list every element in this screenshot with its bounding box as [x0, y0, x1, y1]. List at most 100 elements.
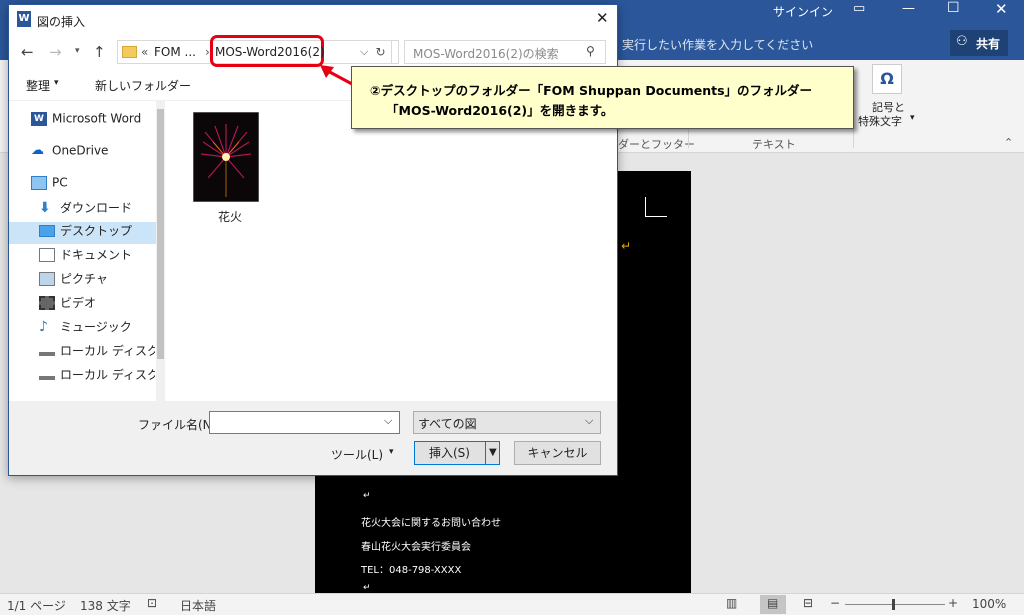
sidebar-item-drive-c[interactable]: ローカル ディスク (C [39, 342, 155, 364]
sidebar-item-drive-d[interactable]: ローカル ディスク (D [39, 366, 155, 388]
search-input[interactable]: MOS-Word2016(2)の検索 [413, 45, 559, 62]
address-dropdown-icon[interactable]: ⌵ [360, 45, 368, 59]
tell-me-input[interactable]: 実行したい作業を入力してください [622, 36, 813, 53]
sidebar-label: ピクチャ [60, 272, 108, 286]
language-indicator[interactable]: 日本語 [180, 597, 216, 614]
chevron-down-icon: ⌵ [585, 414, 594, 427]
chevron-down-icon[interactable]: ▾ [910, 113, 915, 123]
zoom-slider-thumb[interactable] [892, 599, 895, 610]
new-folder-button[interactable]: 新しいフォルダー [95, 77, 191, 94]
dialog-footer: ファイル名(N): ⌵ すべての図 ⌵ ツール(L) ▾ 挿入(S) ▼ キャン… [9, 401, 617, 475]
zoom-out-icon[interactable]: − [830, 596, 840, 610]
refresh-icon[interactable]: ↻ [370, 40, 392, 64]
maximize-icon[interactable]: ☐ [947, 0, 960, 16]
zoom-slider[interactable] [845, 604, 945, 605]
sidebar-label: ドキュメント [60, 248, 133, 262]
organize-button[interactable]: 整理 [26, 77, 50, 94]
web-layout-icon[interactable]: ⊟ [803, 596, 813, 610]
filetype-value: すべての図 [418, 417, 477, 431]
sidebar-label: ビデオ [60, 296, 97, 310]
pc-icon [31, 175, 47, 190]
breadcrumb-current[interactable]: MOS-Word2016(2) [215, 45, 325, 59]
cancel-button[interactable]: キャンセル [514, 441, 601, 465]
sidebar-label: OneDrive [52, 143, 109, 158]
sidebar-item-onedrive[interactable]: ☁ OneDrive [31, 143, 166, 165]
filetype-select[interactable]: すべての図 ⌵ [413, 411, 601, 434]
recent-locations-icon[interactable]: ▾ [75, 46, 80, 56]
tools-button[interactable]: ツール(L) [331, 446, 383, 463]
insert-button[interactable]: 挿入(S) ▼ [414, 441, 500, 465]
sidebar-label: ダウンロード [60, 201, 133, 215]
read-mode-icon[interactable]: ▥ [726, 596, 737, 610]
print-layout-button[interactable]: ▤ [760, 595, 786, 614]
person-icon: ⚇ [956, 34, 968, 49]
sidebar-item-microsoft-word[interactable]: W Microsoft Word [31, 111, 166, 133]
omega-symbol-icon[interactable]: Ω [872, 64, 902, 94]
chevron-down-icon[interactable]: ▾ [389, 447, 394, 457]
picture-icon [39, 271, 55, 286]
drive-icon [39, 346, 55, 356]
callout-line-2: 「MOS-Word2016(2)」を開きます。 [386, 103, 614, 118]
word-count[interactable]: 138 文字 [80, 597, 131, 614]
sidebar-item-pc[interactable]: PC [31, 175, 166, 197]
share-label: 共有 [976, 37, 1001, 51]
collapse-ribbon-icon[interactable]: ⌃ [1004, 136, 1013, 149]
proofing-icon[interactable]: ⊡ [147, 596, 157, 610]
sidebar-item-downloads[interactable]: ⬇ ダウンロード [39, 199, 174, 221]
filename-input[interactable]: ⌵ [209, 411, 400, 434]
file-item[interactable]: 花火 [191, 108, 261, 228]
sidebar-label: PC [52, 175, 68, 190]
symbol-label-2: 特殊文字 [858, 115, 902, 128]
doc-line-3: TEL：048-798-XXXX [361, 565, 462, 576]
music-icon: ♪ [39, 318, 48, 335]
search-box[interactable]: MOS-Word2016(2)の検索 ⚲ [404, 40, 606, 64]
callout-line-1: ②デスクトップのフォルダー「FOM Shuppan Documents」のフォル… [370, 83, 813, 98]
chevron-down-icon[interactable]: ▾ [54, 78, 59, 88]
insert-label: 挿入(S) [429, 446, 470, 460]
close-window-icon[interactable]: ✕ [995, 0, 1008, 18]
sidebar-item-desktop[interactable]: デスクトップ [9, 222, 156, 244]
video-icon [39, 295, 55, 310]
share-button[interactable]: ⚇ 共有 [950, 30, 1008, 56]
group-divider [853, 130, 854, 148]
close-dialog-icon[interactable]: ✕ [596, 9, 609, 27]
zoom-in-icon[interactable]: + [948, 596, 958, 610]
status-bar: 1/1 ページ 138 文字 ⊡ 日本語 ▥ ▤ ⊟ − + 100% [0, 593, 1024, 615]
signin-link[interactable]: サインイン [773, 3, 833, 20]
cloud-icon: ☁ [31, 143, 44, 158]
sidebar-label: デスクトップ [60, 224, 133, 238]
sidebar-label: ローカル ディスク (C [60, 344, 155, 358]
minimize-icon[interactable]: — [902, 1, 915, 16]
sidebar-item-documents[interactable]: ドキュメント [39, 246, 174, 268]
sidebar-scrollbar[interactable] [156, 101, 165, 401]
navigation-pane: W Microsoft Word ☁ OneDrive PC ⬇ ダウンロード デスク… [9, 101, 165, 401]
breadcrumb-overflow[interactable]: « [141, 45, 148, 59]
doc-line-2: 春山花火大会実行委員会 [361, 542, 471, 553]
page-count[interactable]: 1/1 ページ [7, 597, 66, 614]
scrollbar-thumb[interactable] [157, 109, 164, 359]
desktop-icon [39, 224, 55, 237]
address-bar[interactable]: « FOM ... › MOS-Word2016(2) ⌵ [117, 35, 399, 67]
breadcrumb-parent[interactable]: FOM ... [154, 45, 196, 59]
sidebar-label: Microsoft Word [52, 111, 142, 126]
paragraph-mark: ↵ [363, 583, 371, 593]
document-icon [39, 247, 55, 262]
sidebar-item-pictures[interactable]: ピクチャ [39, 270, 174, 292]
search-icon[interactable]: ⚲ [586, 44, 595, 58]
up-arrow-icon[interactable]: ↑ [93, 43, 106, 61]
margin-marker [645, 197, 667, 217]
download-icon: ⬇ [39, 199, 51, 216]
fireworks-thumbnail [193, 112, 259, 202]
back-arrow-icon[interactable]: ← [21, 43, 34, 61]
ribbon-display-icon[interactable]: ▭ [853, 1, 865, 16]
file-name-label: 花火 [218, 210, 243, 224]
zoom-level[interactable]: 100% [972, 597, 1006, 611]
forward-arrow-icon[interactable]: → [49, 43, 62, 61]
insert-options-arrow-icon[interactable]: ▼ [489, 442, 497, 464]
sidebar-item-music[interactable]: ♪ ミュージック [39, 318, 174, 340]
sidebar-item-videos[interactable]: ビデオ [39, 294, 174, 316]
group-divider [688, 130, 689, 148]
chevron-down-icon[interactable]: ⌵ [384, 414, 392, 428]
word-app-icon: W [17, 11, 31, 27]
folder-icon [122, 46, 137, 58]
